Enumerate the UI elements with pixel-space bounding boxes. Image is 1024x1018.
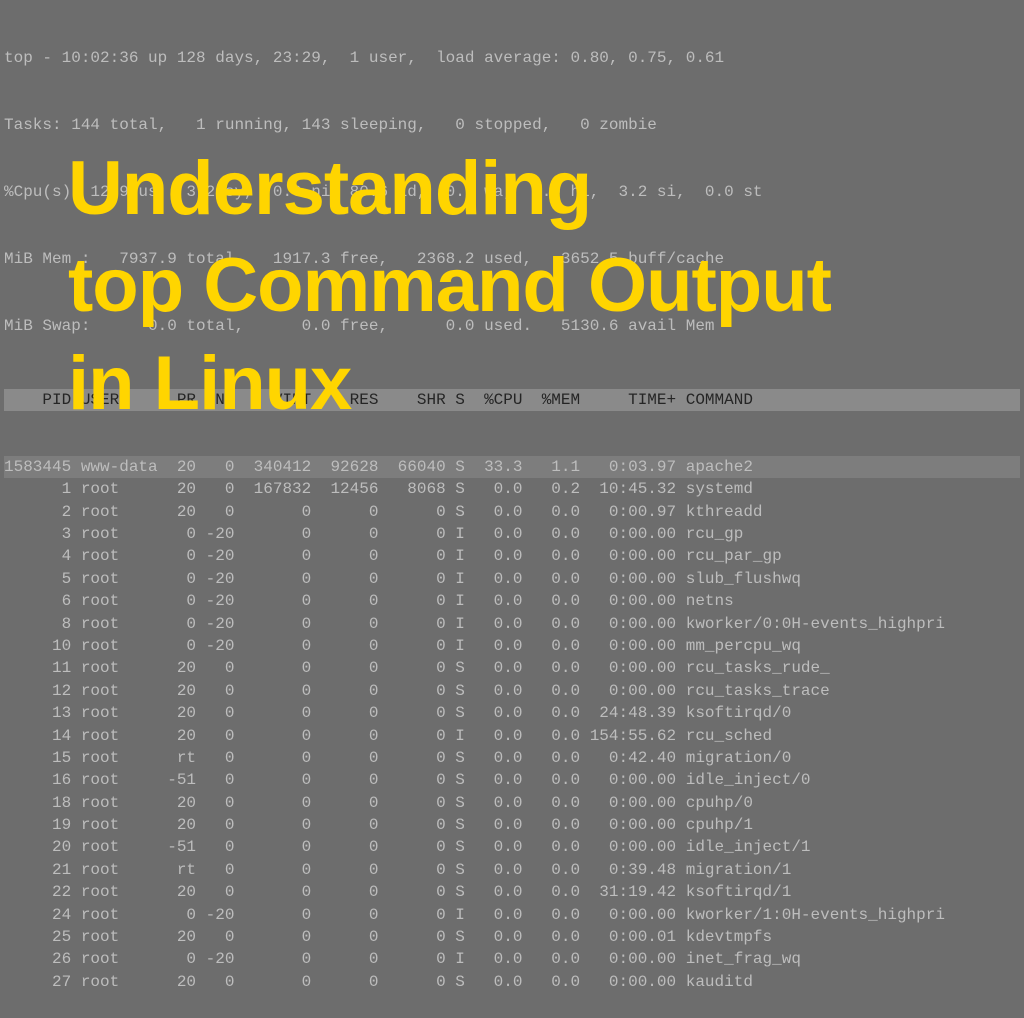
process-row: 6 root 0 -20 0 0 0 I 0.0 0.0 0:00.00 net… bbox=[4, 590, 1020, 612]
process-row: 19 root 20 0 0 0 0 S 0.0 0.0 0:00.00 cpu… bbox=[4, 814, 1020, 836]
process-row: 14 root 20 0 0 0 0 I 0.0 0.0 154:55.62 r… bbox=[4, 725, 1020, 747]
process-list: 1583445 www-data 20 0 340412 92628 66040… bbox=[4, 456, 1020, 993]
title-line-2: top Command Output bbox=[68, 237, 831, 334]
summary-tasks: Tasks: 144 total, 1 running, 143 sleepin… bbox=[4, 114, 1020, 136]
process-row: 10 root 0 -20 0 0 0 I 0.0 0.0 0:00.00 mm… bbox=[4, 635, 1020, 657]
process-row: 22 root 20 0 0 0 0 S 0.0 0.0 31:19.42 ks… bbox=[4, 881, 1020, 903]
title-line-3: in Linux bbox=[68, 335, 831, 432]
process-row: 16 root -51 0 0 0 0 S 0.0 0.0 0:00.00 id… bbox=[4, 769, 1020, 791]
title-overlay: Understanding top Command Output in Linu… bbox=[68, 140, 831, 432]
process-row: 3 root 0 -20 0 0 0 I 0.0 0.0 0:00.00 rcu… bbox=[4, 523, 1020, 545]
process-row: 5 root 0 -20 0 0 0 I 0.0 0.0 0:00.00 slu… bbox=[4, 568, 1020, 590]
process-row: 24 root 0 -20 0 0 0 I 0.0 0.0 0:00.00 kw… bbox=[4, 904, 1020, 926]
process-row: 12 root 20 0 0 0 0 S 0.0 0.0 0:00.00 rcu… bbox=[4, 680, 1020, 702]
process-row: 21 root rt 0 0 0 0 S 0.0 0.0 0:39.48 mig… bbox=[4, 859, 1020, 881]
process-row: 15 root rt 0 0 0 0 S 0.0 0.0 0:42.40 mig… bbox=[4, 747, 1020, 769]
process-row: 8 root 0 -20 0 0 0 I 0.0 0.0 0:00.00 kwo… bbox=[4, 613, 1020, 635]
process-row: 1 root 20 0 167832 12456 8068 S 0.0 0.2 … bbox=[4, 478, 1020, 500]
process-row: 18 root 20 0 0 0 0 S 0.0 0.0 0:00.00 cpu… bbox=[4, 792, 1020, 814]
process-row: 20 root -51 0 0 0 0 S 0.0 0.0 0:00.00 id… bbox=[4, 836, 1020, 858]
process-row: 4 root 0 -20 0 0 0 I 0.0 0.0 0:00.00 rcu… bbox=[4, 545, 1020, 567]
process-row: 11 root 20 0 0 0 0 S 0.0 0.0 0:00.00 rcu… bbox=[4, 657, 1020, 679]
process-row: 1583445 www-data 20 0 340412 92628 66040… bbox=[4, 456, 1020, 478]
process-row: 2 root 20 0 0 0 0 S 0.0 0.0 0:00.97 kthr… bbox=[4, 501, 1020, 523]
title-line-1: Understanding bbox=[68, 140, 831, 237]
process-row: 13 root 20 0 0 0 0 S 0.0 0.0 24:48.39 ks… bbox=[4, 702, 1020, 724]
process-row: 26 root 0 -20 0 0 0 I 0.0 0.0 0:00.00 in… bbox=[4, 948, 1020, 970]
process-row: 25 root 20 0 0 0 0 S 0.0 0.0 0:00.01 kde… bbox=[4, 926, 1020, 948]
summary-uptime: top - 10:02:36 up 128 days, 23:29, 1 use… bbox=[4, 47, 1020, 69]
process-row: 27 root 20 0 0 0 0 S 0.0 0.0 0:00.00 kau… bbox=[4, 971, 1020, 993]
